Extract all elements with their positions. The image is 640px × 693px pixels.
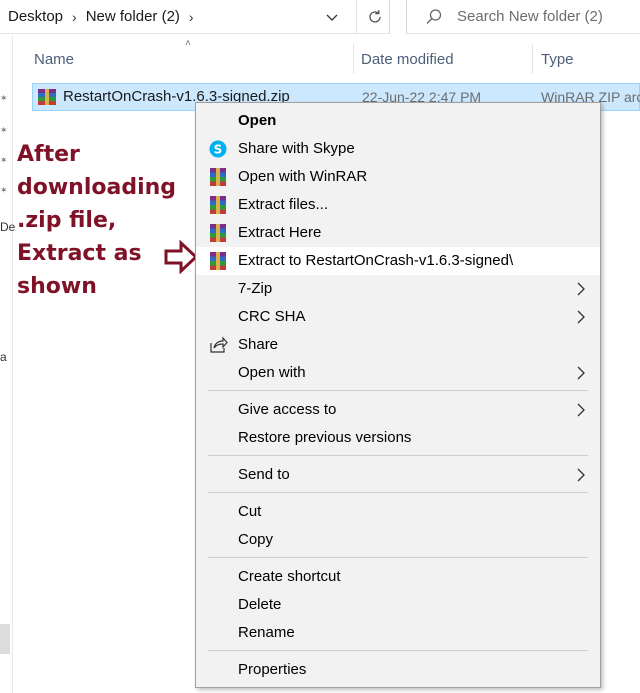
sort-ascending-icon: ˄ [185,38,191,49]
column-header-date-modified[interactable]: Date modified [361,44,454,74]
pin-icon: ✶ [0,93,8,103]
menu-item-properties[interactable]: Properties [196,656,600,684]
menu-item-extract-here[interactable]: Extract Here [196,219,600,247]
menu-separator [208,455,588,456]
menu-item-label: Open with [238,364,306,381]
menu-item-create-shortcut[interactable]: Create shortcut [196,563,600,591]
menu-item-label: Open [238,112,277,129]
menu-item-cut[interactable]: Cut [196,498,600,526]
menu-item-label: Extract Here [238,224,322,241]
menu-item-label: Properties [238,661,307,678]
menu-item-share[interactable]: Share [196,331,600,359]
breadcrumb-item-desktop[interactable]: Desktop [0,8,63,25]
menu-item-label: Cut [238,503,262,520]
menu-item-rename[interactable]: Rename [196,619,600,647]
chevron-right-icon[interactable]: › [63,9,86,25]
navigation-pane[interactable]: ✶ ✶ ✶ ✶ De a [0,35,15,693]
chevron-right-icon [577,403,585,417]
winrar-archive-icon [38,89,56,105]
menu-item-crc-sha[interactable]: CRC SHA [196,303,600,331]
menu-item-label: Restore previous versions [238,429,412,446]
search-placeholder: Search New folder (2) [457,8,603,25]
menu-separator [208,390,588,391]
menu-item-label: Open with WinRAR [238,168,368,185]
menu-item-label: Give access to [238,401,337,418]
arrow-right-icon [164,240,198,274]
menu-item-label: Send to [238,466,290,483]
nav-item-fragment[interactable]: a [0,350,7,364]
winrar-icon [210,252,226,270]
winrar-icon [210,168,226,186]
instruction-annotation: After downloading .zip file, Extract as … [17,142,177,299]
menu-item-7-zip[interactable]: 7-Zip [196,275,600,303]
pin-icon: ✶ [0,125,8,135]
chevron-right-icon[interactable]: › [180,9,203,25]
menu-item-open[interactable]: Open [196,107,600,135]
menu-separator [208,557,588,558]
menu-item-label: Delete [238,596,282,613]
search-input[interactable]: Search New folder (2) [406,0,640,34]
menu-item-label: Rename [238,624,295,641]
menu-item-label: Share [238,336,279,353]
chevron-right-icon [577,366,585,380]
winrar-icon [210,224,226,242]
menu-item-label: 7-Zip [238,280,273,297]
menu-item-share-with-skype[interactable]: S Share with Skype [196,135,600,163]
chevron-right-icon [577,282,585,296]
menu-item-label: Share with Skype [238,140,355,157]
chevron-down-icon[interactable] [322,7,342,27]
refresh-button[interactable] [356,0,393,34]
search-icon [426,8,442,24]
menu-item-open-with-winrar[interactable]: Open with WinRAR [196,163,600,191]
menu-item-restore-previous-versions[interactable]: Restore previous versions [196,424,600,452]
nav-item-fragment[interactable]: De [0,220,15,234]
menu-item-send-to[interactable]: Send to [196,461,600,489]
share-icon [210,336,228,353]
menu-item-extract-files[interactable]: Extract files... [196,191,600,219]
winrar-icon [210,196,226,214]
context-menu[interactable]: Open S Share with Skype Open with WinRAR… [195,102,601,688]
scrollbar-thumb[interactable] [0,624,10,654]
column-divider[interactable] [353,44,354,74]
chevron-right-icon [577,310,585,324]
menu-item-label: CRC SHA [238,308,306,325]
pin-icon: ✶ [0,185,8,195]
column-header-type[interactable]: Type [541,44,574,74]
svg-text:S: S [214,143,223,157]
menu-item-extract-to-folder[interactable]: Extract to RestartOnCrash-v1.6.3-signed\ [196,247,600,275]
address-bar[interactable]: Desktop › New folder (2) › [0,0,390,34]
menu-item-label: Create shortcut [238,568,341,585]
menu-separator [208,492,588,493]
menu-item-delete[interactable]: Delete [196,591,600,619]
chevron-right-icon [577,468,585,482]
column-header-name[interactable]: Name [34,44,74,74]
menu-item-copy[interactable]: Copy [196,526,600,554]
pin-icon: ✶ [0,155,8,165]
menu-item-label: Copy [238,531,274,548]
menu-item-open-with[interactable]: Open with [196,359,600,387]
refresh-icon [369,10,381,23]
menu-item-label: Extract to RestartOnCrash-v1.6.3-signed\ [238,252,514,269]
menu-item-give-access-to[interactable]: Give access to [196,396,600,424]
breadcrumb-item-new-folder[interactable]: New folder (2) [86,8,180,25]
skype-icon: S [209,140,227,158]
menu-item-label: Extract files... [238,196,329,213]
menu-separator [208,650,588,651]
column-divider[interactable] [532,44,533,74]
